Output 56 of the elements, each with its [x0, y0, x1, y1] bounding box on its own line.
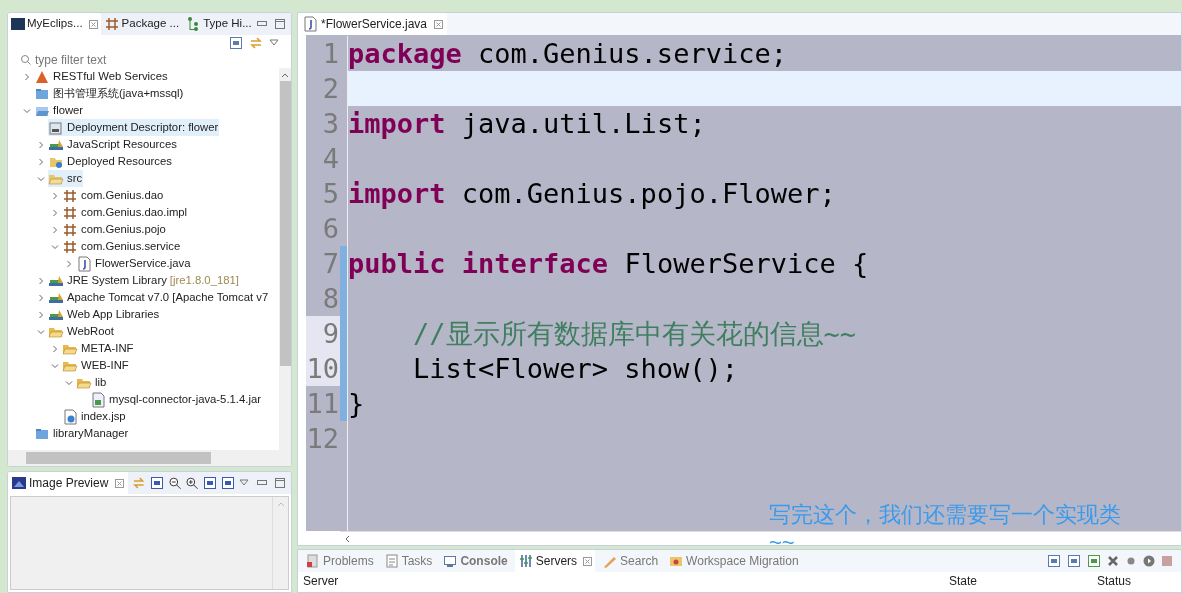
code-line: //显示所有数据库中有关花的信息~~: [412, 317, 858, 351]
line-number: 9: [306, 316, 340, 351]
tree-item[interactable]: src: [48, 170, 84, 187]
tree-item[interactable]: JavaScript Resources: [48, 136, 178, 153]
tree-item[interactable]: com.Genius.dao: [62, 187, 165, 204]
code-line: package com.Genius.service;: [348, 37, 788, 71]
code-line: List<Flower> show();: [412, 352, 740, 386]
line-number: 12: [306, 422, 340, 456]
code-line: import com.Genius.pojo.Flower;: [348, 177, 837, 211]
column-header[interactable]: Server: [298, 572, 949, 590]
line-number: 5: [321, 177, 340, 211]
view-tab[interactable]: Problems: [302, 550, 377, 572]
tree-item[interactable]: com.Genius.pojo: [62, 221, 167, 238]
code-editor[interactable]: 1 package com.Genius.service; 2 3 import java.util.List; 4 5 import com.Genius.pojo.Flower; 6 7 public interface FlowerService { 8 9 //显示所有数据库中有关花的信息~~ 10 List<Flower> show(); 11 } 12: [306, 36, 1181, 456]
code-line: public interface FlowerService {: [348, 247, 870, 281]
tree-item[interactable]: com.Genius.dao.impl: [62, 204, 189, 221]
code-line: }: [348, 387, 366, 421]
tree-item[interactable]: Web App Libraries: [48, 306, 161, 323]
editor-tab[interactable]: *FlowerService.java: [298, 13, 448, 35]
line-number: 7: [321, 247, 340, 281]
line-number: 2: [321, 72, 340, 106]
tree-item[interactable]: index.jsp: [62, 408, 127, 425]
line-number: 6: [321, 212, 340, 246]
tree-item[interactable]: RESTful Web Services: [34, 68, 169, 85]
tree-item[interactable]: META-INF: [62, 340, 135, 357]
view-tab[interactable]: Servers: [514, 550, 596, 572]
view-tab[interactable]: Search: [599, 550, 662, 572]
line-number: 8: [321, 282, 340, 316]
tree-item[interactable]: com.Genius.service: [62, 238, 182, 255]
view-tab[interactable]: Package ...: [100, 13, 183, 35]
column-header[interactable]: State: [949, 572, 1097, 590]
code-line: import java.util.List;: [348, 107, 707, 141]
tree-item[interactable]: JRE System Library [jre1.8.0_181]: [48, 272, 240, 289]
tree-item[interactable]: libraryManager: [34, 425, 130, 442]
column-header[interactable]: Status: [1097, 572, 1132, 590]
view-tab[interactable]: Image Preview: [8, 472, 129, 494]
tree-item[interactable]: Deployed Resources: [48, 153, 173, 170]
tree-item[interactable]: Deployment Descriptor: flower: [48, 119, 220, 136]
line-number: 1: [321, 37, 340, 71]
tree-item[interactable]: mysql-connector-java-5.1.4.jar: [90, 391, 262, 408]
view-tab[interactable]: MyEclips...: [8, 13, 101, 35]
tree-item[interactable]: FlowerService.java: [76, 255, 192, 272]
tree-item[interactable]: WEB-INF: [62, 357, 130, 374]
tree-item[interactable]: WebRoot: [48, 323, 115, 340]
tree-item[interactable]: lib: [76, 374, 108, 391]
filter-field[interactable]: type filter text: [35, 50, 235, 69]
line-number: 10: [306, 351, 340, 386]
view-tab[interactable]: Console: [439, 550, 511, 572]
tree-item[interactable]: flower: [34, 102, 85, 119]
line-number: 4: [321, 142, 340, 176]
line-number: 3: [321, 107, 340, 141]
view-tab[interactable]: Tasks: [380, 550, 436, 572]
view-tab[interactable]: Type Hi...: [182, 13, 255, 35]
tree-item[interactable]: Apache Tomcat v7.0 [Apache Tomcat v7: [48, 289, 270, 306]
tree-item[interactable]: 图书管理系统(java+mssql): [34, 85, 185, 102]
line-number: 11: [306, 387, 340, 421]
